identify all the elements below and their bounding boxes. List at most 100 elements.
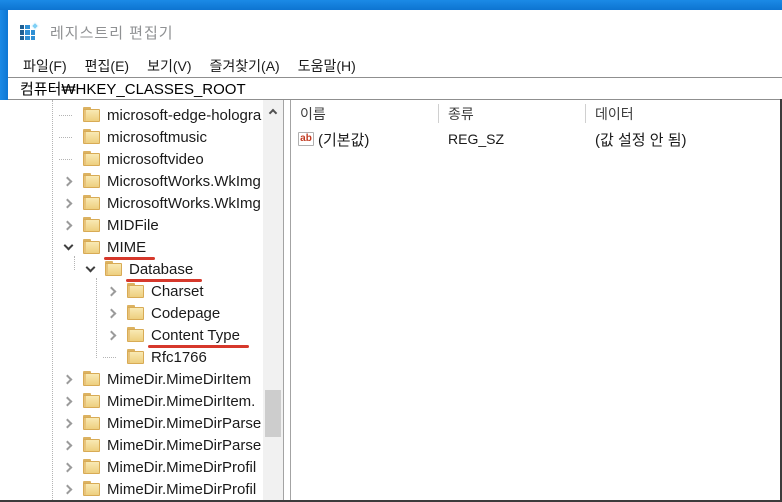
- folder-icon: [83, 370, 100, 386]
- tree-item[interactable]: microsoftmusic: [8, 126, 263, 148]
- column-divider[interactable]: [585, 104, 586, 123]
- tree-item-label: microsoftmusic: [107, 128, 208, 146]
- tree-item[interactable]: MimeDir.MimeDirParse: [8, 412, 263, 434]
- folder-icon: [127, 304, 144, 320]
- menu-item-4[interactable]: 도움말(H): [289, 54, 365, 78]
- folder-icon: [83, 216, 100, 232]
- panel-splitter[interactable]: [283, 100, 291, 500]
- window-border-top: [0, 0, 782, 10]
- column-header-data[interactable]: 데이터: [585, 104, 780, 124]
- expand-chevron-right-icon[interactable]: [104, 283, 120, 299]
- main-area: microsoft-edge-hologra microsoftmusic micr…: [0, 100, 782, 500]
- tree-item-label: MicrosoftWorks.WkImg: [107, 172, 261, 190]
- tree-item[interactable]: MimeDir.MimeDirItem: [8, 368, 263, 390]
- tree-item-label: MimeDir.MimeDirProfil: [107, 458, 257, 476]
- tree-connector-stub: [59, 151, 76, 167]
- chevron-up-icon: [268, 108, 278, 117]
- folder-icon: [83, 392, 100, 408]
- expand-chevron-right-icon[interactable]: [60, 195, 76, 211]
- regedit-window: 레지스트리 편집기 파일(F) 편집(E) 보기(V) 즐겨찾기(A) 도움말(H) 컴…: [0, 0, 782, 502]
- tree-scrollbar[interactable]: [263, 100, 283, 500]
- tree-item[interactable]: microsoft-edge-hologra: [8, 104, 263, 126]
- expand-chevron-right-icon[interactable]: [60, 459, 76, 475]
- folder-icon: [83, 414, 100, 430]
- folder-icon: [127, 326, 144, 342]
- tree-item[interactable]: MimeDir.MimeDirItem.: [8, 390, 263, 412]
- expand-chevron-right-icon[interactable]: [60, 371, 76, 387]
- folder-icon: [83, 458, 100, 474]
- tree-item-label: microsoft-edge-hologra: [107, 106, 262, 124]
- folder-icon: [83, 194, 100, 210]
- collapse-chevron-down-icon[interactable]: [60, 239, 76, 255]
- tree-item-label: MimeDir.MimeDirItem: [107, 370, 252, 388]
- list-rows: ab (기본값) REG_SZ (값 설정 안 됨): [291, 127, 780, 151]
- folder-icon: [83, 436, 100, 452]
- string-value-icon: ab: [298, 132, 314, 146]
- folder-icon: [83, 172, 100, 188]
- expand-chevron-right-icon[interactable]: [60, 415, 76, 431]
- regedit-app-icon: [20, 21, 40, 41]
- tree-item[interactable]: Codepage: [8, 302, 263, 324]
- scroll-up-button[interactable]: [263, 100, 283, 122]
- values-panel: 이름 종류 데이터 ab (기본값) REG_SZ (값 설정 안 됨): [291, 100, 780, 500]
- tree-item-label: MimeDir.MimeDirItem.: [107, 392, 256, 410]
- address-bar[interactable]: 컴퓨터₩HKEY_CLASSES_ROOT: [8, 77, 782, 100]
- column-header-name[interactable]: 이름: [291, 104, 438, 124]
- collapse-chevron-down-icon[interactable]: [82, 261, 98, 277]
- tree-item[interactable]: microsoftvideo: [8, 148, 263, 170]
- value-row[interactable]: ab (기본값) REG_SZ (값 설정 안 됨): [291, 127, 780, 151]
- menu-item-2[interactable]: 보기(V): [138, 54, 200, 78]
- value-name: (기본값): [318, 131, 370, 149]
- column-divider[interactable]: [438, 104, 439, 123]
- tree-item-label-annotated: Database: [125, 260, 203, 282]
- column-header-type[interactable]: 종류: [438, 104, 585, 124]
- menu-item-3[interactable]: 즐겨찾기(A): [201, 54, 289, 78]
- expand-chevron-right-icon[interactable]: [104, 327, 120, 343]
- scrollbar-thumb[interactable]: [265, 390, 281, 437]
- tree-item[interactable]: MIDFile: [8, 214, 263, 236]
- expand-chevron-right-icon[interactable]: [60, 217, 76, 233]
- folder-icon: [83, 238, 100, 254]
- tree-item-label: Charset: [151, 282, 204, 300]
- folder-icon: [83, 150, 100, 166]
- expand-chevron-right-icon[interactable]: [60, 393, 76, 409]
- tree-item-label: Codepage: [151, 304, 221, 322]
- window-title: 레지스트리 편집기: [50, 24, 174, 42]
- value-data: (값 설정 안 됨): [595, 131, 687, 149]
- folder-icon: [83, 106, 100, 122]
- tree-item-label: MIDFile: [107, 216, 159, 234]
- tree-item[interactable]: Rfc1766: [8, 346, 263, 368]
- tree-item[interactable]: MimeDir.MimeDirProfil: [8, 456, 263, 478]
- tree-item[interactable]: Charset: [8, 280, 263, 302]
- folder-icon: [105, 260, 122, 276]
- tree-connector-stub: [59, 129, 76, 145]
- folder-icon: [127, 282, 144, 298]
- menu-item-0[interactable]: 파일(F): [14, 54, 76, 78]
- tree-item[interactable]: MIME: [8, 236, 263, 260]
- tree-body: microsoft-edge-hologra microsoftmusic micr…: [8, 104, 263, 500]
- address-path: 컴퓨터₩HKEY_CLASSES_ROOT: [20, 81, 246, 98]
- tree-item[interactable]: Database: [8, 258, 263, 282]
- tree-item[interactable]: MimeDir.MimeDirProfil: [8, 478, 263, 500]
- expand-chevron-right-icon[interactable]: [60, 481, 76, 497]
- menu-item-1[interactable]: 편집(E): [76, 54, 138, 78]
- folder-icon: [127, 348, 144, 364]
- registry-tree: microsoft-edge-hologra microsoftmusic micr…: [8, 100, 263, 500]
- expand-chevron-right-icon[interactable]: [104, 305, 120, 321]
- list-header: 이름 종류 데이터: [291, 100, 780, 127]
- tree-item-label: MimeDir.MimeDirProfil: [107, 480, 257, 498]
- folder-icon: [83, 480, 100, 496]
- tree-item[interactable]: Content Type: [8, 324, 263, 348]
- folder-icon: [83, 128, 100, 144]
- tree-item[interactable]: MicrosoftWorks.WkImg: [8, 170, 263, 192]
- tree-item-label: MimeDir.MimeDirParse: [107, 414, 262, 432]
- expand-chevron-right-icon[interactable]: [60, 437, 76, 453]
- title-bar: 레지스트리 편집기: [8, 10, 782, 54]
- value-type: REG_SZ: [448, 131, 505, 147]
- expand-chevron-right-icon[interactable]: [60, 173, 76, 189]
- tree-item-label: microsoftvideo: [107, 150, 204, 168]
- tree-item[interactable]: MicrosoftWorks.WkImg: [8, 192, 263, 214]
- tree-item-label-annotated: Content Type: [148, 326, 249, 348]
- tree-item[interactable]: MimeDir.MimeDirParse: [8, 434, 263, 456]
- tree-item-label-annotated: MIME: [103, 238, 156, 260]
